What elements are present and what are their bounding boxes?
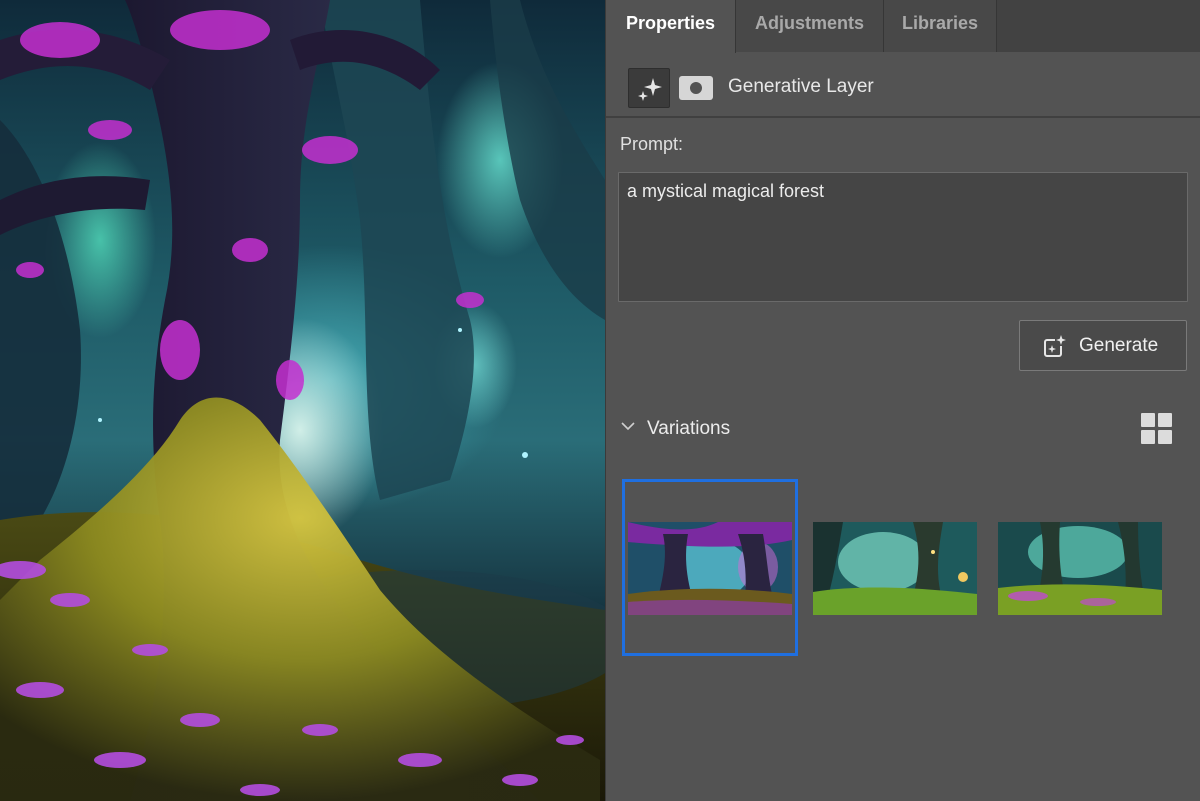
generative-sparkle-icon[interactable] bbox=[628, 68, 670, 108]
panel-tab-bar: Properties Adjustments Libraries bbox=[606, 0, 1200, 53]
generate-button[interactable]: Generate bbox=[1019, 320, 1187, 371]
tab-libraries[interactable]: Libraries bbox=[884, 0, 997, 52]
layer-mask-icon[interactable] bbox=[679, 76, 713, 100]
variation-thumbnail-2[interactable] bbox=[813, 522, 977, 615]
grid-view-icon[interactable] bbox=[1141, 413, 1173, 445]
variations-section-header[interactable]: Variations bbox=[618, 412, 1188, 448]
layer-info-row: Generative Layer bbox=[606, 52, 1200, 118]
document-canvas[interactable] bbox=[0, 0, 605, 801]
variation-image-3 bbox=[998, 522, 1162, 615]
prompt-label: Prompt: bbox=[620, 134, 684, 154]
layer-name: Generative Layer bbox=[728, 76, 874, 97]
variation-image-2 bbox=[813, 522, 977, 615]
properties-panel: Properties Adjustments Libraries Generat… bbox=[605, 0, 1200, 801]
forest-artwork bbox=[0, 0, 605, 801]
generate-button-label: Generate bbox=[1079, 335, 1159, 356]
variation-thumbnail-1[interactable] bbox=[628, 522, 792, 615]
tab-adjustments[interactable]: Adjustments bbox=[736, 0, 884, 52]
chevron-down-icon bbox=[621, 422, 635, 431]
prompt-input[interactable]: a mystical magical forest bbox=[618, 172, 1188, 302]
tab-properties[interactable]: Properties bbox=[606, 0, 736, 53]
variation-image-1 bbox=[628, 522, 792, 615]
variation-thumbnail-3[interactable] bbox=[998, 522, 1162, 615]
variations-label: Variations bbox=[647, 418, 731, 439]
generate-sparkle-icon bbox=[1044, 335, 1066, 357]
